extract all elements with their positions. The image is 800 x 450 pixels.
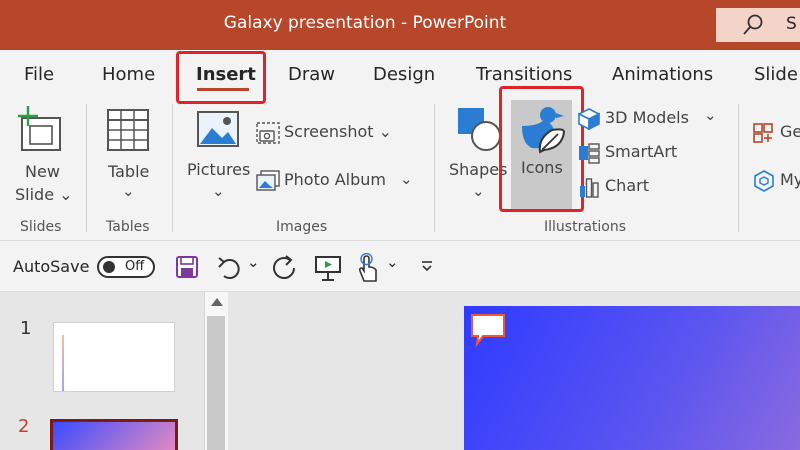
- redo-icon[interactable]: [272, 254, 300, 282]
- new-slide-icon: [18, 106, 61, 151]
- thumbnail-content-line: [62, 335, 64, 391]
- touch-mouse-mode-icon[interactable]: [354, 253, 380, 283]
- autosave-label: AutoSave: [13, 257, 90, 276]
- search-text: S: [786, 14, 797, 34]
- table-button[interactable]: Table ⌄: [100, 104, 162, 212]
- tab-slide-show[interactable]: Slide: [754, 64, 798, 85]
- shapes-icon: [458, 108, 501, 151]
- toggle-knob: [103, 261, 115, 273]
- ribbon-tabs: File Home Insert Draw Design Transitions…: [0, 50, 800, 100]
- table-icon: [107, 109, 149, 151]
- 3d-models-label: 3D Models: [605, 108, 689, 127]
- powerpoint-window: Galaxy presentation - PowerPoint S File …: [0, 0, 800, 450]
- search-box[interactable]: S: [716, 8, 800, 42]
- save-icon[interactable]: [175, 255, 199, 279]
- new-slide-label-line1: New: [25, 162, 60, 181]
- ribbon-insert: New Slide ⌄ Slides Table ⌄ Tables Pictur…: [0, 86, 800, 240]
- slide-number-2: 2: [18, 416, 30, 437]
- get-addins-label: Ge: [780, 122, 800, 141]
- screenshot-icon: [256, 122, 280, 144]
- scroll-up-arrow-icon[interactable]: [211, 298, 223, 306]
- get-addins-button[interactable]: Ge: [750, 120, 800, 146]
- thumbnail-scrollbar[interactable]: [204, 292, 228, 450]
- touch-mode-dropdown-caret[interactable]: ⌄: [386, 253, 399, 271]
- chart-button[interactable]: Chart: [578, 174, 668, 200]
- slide-number-1: 1: [20, 318, 32, 339]
- photo-album-dropdown-caret: ⌄: [400, 170, 413, 188]
- customize-qat-icon[interactable]: [419, 258, 435, 274]
- pictures-dropdown-caret: ⌄: [212, 182, 225, 200]
- group-label-tables: Tables: [106, 219, 150, 235]
- cube-icon: [578, 108, 600, 130]
- screenshot-button[interactable]: Screenshot ⌄: [256, 120, 396, 146]
- group-label-slides: Slides: [20, 219, 62, 235]
- insert-tab-highlight: [176, 51, 266, 104]
- quick-access-toolbar: AutoSave Off ⌄ ⌄: [0, 240, 800, 292]
- autosave-state: Off: [125, 259, 145, 274]
- workspace: 1 2: [0, 292, 800, 450]
- photo-album-button[interactable]: Photo Album ⌄: [256, 168, 416, 194]
- group-separator: [86, 104, 87, 232]
- undo-icon[interactable]: [216, 254, 242, 280]
- tab-draw[interactable]: Draw: [288, 64, 335, 85]
- table-dropdown-caret: ⌄: [122, 182, 135, 200]
- pictures-label: Pictures: [187, 160, 251, 179]
- pictures-button[interactable]: Pictures ⌄: [184, 104, 252, 212]
- chart-icon: [580, 178, 599, 198]
- tab-file[interactable]: File: [24, 64, 54, 85]
- smartart-label: SmartArt: [605, 142, 678, 161]
- tab-design[interactable]: Design: [373, 64, 435, 85]
- slide-thumbnail-1[interactable]: [53, 322, 175, 392]
- new-slide-button[interactable]: New Slide ⌄: [12, 104, 74, 212]
- present-from-beginning-icon[interactable]: [314, 254, 342, 282]
- 3d-models-dropdown-caret: ⌄: [704, 106, 717, 124]
- group-separator: [434, 104, 435, 232]
- slide-thumbnail-pane: 1 2: [0, 292, 232, 450]
- my-addins-label: My: [780, 170, 800, 189]
- my-addins-button[interactable]: My: [750, 168, 800, 194]
- 3d-models-button[interactable]: 3D Models ⌄: [578, 106, 722, 132]
- tab-transitions[interactable]: Transitions: [476, 64, 572, 85]
- shapes-dropdown-caret: ⌄: [472, 182, 485, 200]
- group-label-illustrations: Illustrations: [544, 219, 627, 235]
- icons-button-highlight: [499, 86, 584, 212]
- smartart-icon: [579, 143, 600, 164]
- search-icon: [743, 14, 763, 35]
- autosave-toggle[interactable]: Off: [97, 256, 155, 278]
- speech-bubble-icon[interactable]: [469, 312, 507, 348]
- smartart-button[interactable]: SmartArt: [578, 140, 688, 166]
- photo-album-label: Photo Album: [284, 170, 386, 189]
- photo-album-icon: [256, 170, 280, 191]
- title-bar: Galaxy presentation - PowerPoint S: [0, 0, 800, 50]
- table-label: Table: [108, 162, 150, 181]
- chart-label: Chart: [605, 176, 649, 195]
- slide-canvas[interactable]: [464, 306, 800, 450]
- pictures-icon: [197, 111, 239, 147]
- slide-thumbnail-2[interactable]: [50, 419, 178, 450]
- screenshot-label: Screenshot ⌄: [284, 122, 393, 141]
- my-addins-icon: [754, 170, 774, 192]
- new-slide-label-line2: Slide ⌄: [15, 185, 73, 204]
- undo-dropdown-caret[interactable]: ⌄: [247, 253, 260, 271]
- get-addins-icon: [753, 123, 773, 143]
- window-title: Galaxy presentation - PowerPoint: [223, 13, 507, 33]
- group-label-images: Images: [276, 219, 328, 235]
- tab-animations[interactable]: Animations: [612, 64, 713, 85]
- group-separator: [738, 104, 739, 232]
- tab-home[interactable]: Home: [102, 64, 155, 85]
- scrollbar-thumb[interactable]: [207, 316, 225, 450]
- group-separator: [172, 104, 173, 232]
